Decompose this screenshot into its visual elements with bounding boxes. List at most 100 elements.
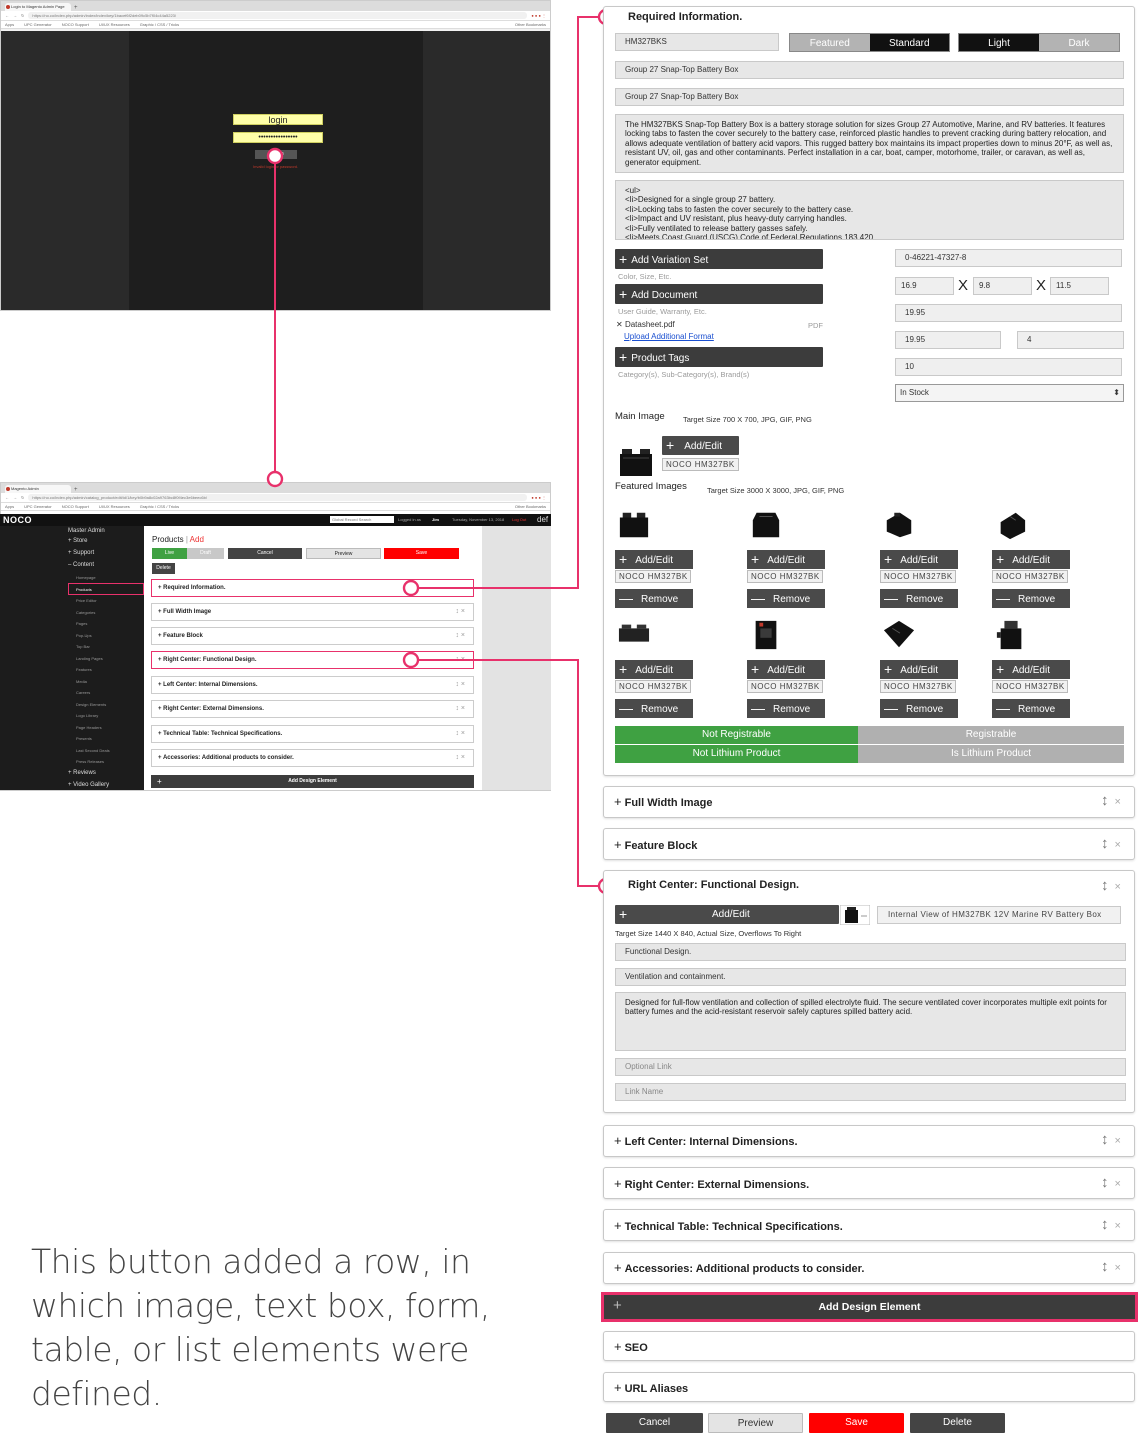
featured-remove-button[interactable]: — Remove: [747, 699, 825, 718]
featured-remove-button[interactable]: — Remove: [747, 589, 825, 608]
registrable-toggle[interactable]: Registrable: [858, 726, 1124, 744]
featured-add-edit-button[interactable]: + Add/Edit: [747, 550, 825, 569]
reorder-icon[interactable]: ↕: [1101, 1174, 1109, 1191]
short-name-input[interactable]: Group 27 Snap-Top Battery Box: [615, 88, 1124, 106]
featured-image-8[interactable]: [992, 619, 1030, 651]
featured-image-1[interactable]: [615, 509, 653, 541]
dim-width-input[interactable]: 9.8: [973, 277, 1032, 295]
close-icon[interactable]: ×: [1115, 1220, 1121, 1232]
standard-option[interactable]: Standard: [869, 34, 949, 51]
sku-input[interactable]: HM327BKS: [615, 33, 779, 51]
featured-add-edit-button[interactable]: + Add/Edit: [615, 660, 693, 679]
product-tags-button[interactable]: + Product Tags: [615, 347, 823, 367]
reorder-icon[interactable]: ↕: [1101, 1258, 1109, 1275]
functional-body-textarea[interactable]: Designed for full-flow ventilation and c…: [615, 992, 1126, 1051]
featured-image-tag[interactable]: NOCO HM327BK: [880, 570, 956, 583]
save-button[interactable]: Save: [809, 1413, 904, 1433]
featured-image-tag[interactable]: NOCO HM327BK: [747, 570, 823, 583]
functional-image-caption-input[interactable]: Internal View of HM327BK 12V Marine RV B…: [877, 906, 1121, 924]
not-lithium-toggle[interactable]: Not Lithium Product: [615, 745, 858, 763]
delete-button[interactable]: Delete: [910, 1413, 1005, 1433]
main-image-tag[interactable]: NOCO HM327BK: [662, 458, 739, 471]
close-icon[interactable]: ×: [1115, 839, 1121, 851]
cancel-button[interactable]: Cancel: [606, 1413, 703, 1433]
dark-option[interactable]: Dark: [1039, 34, 1119, 51]
featured-image-tag[interactable]: NOCO HM327BK: [747, 680, 823, 693]
reorder-icon[interactable]: ↕: [1101, 1131, 1109, 1148]
dim-height-input[interactable]: 11.5: [1050, 277, 1109, 295]
left-center-title[interactable]: + Left Center: Internal Dimensions.: [614, 1133, 798, 1148]
light-dark-toggle[interactable]: Light Dark: [958, 33, 1120, 52]
reorder-icon[interactable]: ↕: [1101, 1216, 1109, 1233]
product-name-input[interactable]: Group 27 Snap-Top Battery Box: [615, 61, 1124, 79]
qty-input[interactable]: 4: [1017, 331, 1124, 349]
reorder-icon[interactable]: ↕: [1101, 877, 1109, 894]
close-icon[interactable]: ×: [1115, 881, 1121, 893]
featured-add-edit-button[interactable]: + Add/Edit: [880, 550, 958, 569]
stock-qty-input[interactable]: 10: [895, 358, 1122, 376]
functional-add-edit-button[interactable]: + Add/Edit: [615, 905, 839, 924]
featured-remove-button[interactable]: — Remove: [992, 699, 1070, 718]
featured-image-tag[interactable]: NOCO HM327BK: [992, 680, 1068, 693]
required-info-title[interactable]: Required Information.: [628, 11, 742, 23]
featured-image-2[interactable]: [747, 509, 785, 541]
main-image-add-edit-button[interactable]: + Add/Edit: [662, 436, 739, 455]
featured-image-4[interactable]: [992, 509, 1030, 541]
featured-remove-button[interactable]: — Remove: [615, 589, 693, 608]
functional-subheading-input[interactable]: Ventilation and containment.: [615, 968, 1126, 986]
functional-design-title[interactable]: Right Center: Functional Design.: [628, 879, 799, 891]
featured-image-5[interactable]: [615, 619, 653, 651]
upc-input[interactable]: 0-46221-47327-8: [895, 249, 1122, 267]
featured-image-3[interactable]: [880, 509, 918, 541]
featured-add-edit-button[interactable]: + Add/Edit: [992, 660, 1070, 679]
functional-image-thumb[interactable]: [840, 905, 870, 925]
reorder-icon[interactable]: ↕: [1101, 792, 1109, 809]
close-icon[interactable]: ×: [1115, 1135, 1121, 1147]
featured-add-edit-button[interactable]: + Add/Edit: [615, 550, 693, 569]
featured-add-edit-button[interactable]: + Add/Edit: [880, 660, 958, 679]
optional-link-input[interactable]: Optional Link: [615, 1058, 1126, 1076]
is-lithium-toggle[interactable]: Is Lithium Product: [858, 745, 1124, 763]
featured-add-edit-button[interactable]: + Add/Edit: [747, 660, 825, 679]
price-input[interactable]: 19.95: [895, 331, 1001, 349]
upload-format-link[interactable]: Upload Additional Format: [624, 332, 714, 341]
close-icon[interactable]: ×: [1115, 1262, 1121, 1274]
featured-add-edit-button[interactable]: + Add/Edit: [992, 550, 1070, 569]
remove-doc-icon[interactable]: ✕: [616, 320, 623, 329]
featured-image-tag[interactable]: NOCO HM327BK: [992, 570, 1068, 583]
stock-status-select[interactable]: In Stock ⬍: [895, 384, 1124, 402]
add-design-element-button[interactable]: + Add Design Element: [601, 1292, 1138, 1322]
weight-input[interactable]: 19.95: [895, 304, 1122, 322]
dim-length-input[interactable]: 16.9: [895, 277, 954, 295]
add-document-button[interactable]: + Add Document: [615, 284, 823, 304]
reorder-icon[interactable]: ↕: [1101, 835, 1109, 852]
featured-remove-button[interactable]: — Remove: [880, 699, 958, 718]
featured-image-7[interactable]: [880, 619, 918, 651]
featured-image-tag[interactable]: NOCO HM327BK: [615, 680, 691, 693]
technical-table-title[interactable]: + Technical Table: Technical Specificatio…: [614, 1218, 843, 1233]
preview-button[interactable]: Preview: [708, 1413, 803, 1433]
featured-image-tag[interactable]: NOCO HM327BK: [880, 680, 956, 693]
feature-block-title[interactable]: + Feature Block: [614, 837, 697, 852]
battery-box-image[interactable]: [617, 446, 655, 478]
featured-standard-toggle[interactable]: Featured Standard: [789, 33, 950, 52]
featured-remove-button[interactable]: — Remove: [880, 589, 958, 608]
not-registrable-toggle[interactable]: Not Registrable: [615, 726, 858, 744]
close-icon[interactable]: ×: [1115, 1178, 1121, 1190]
description-textarea[interactable]: The HM327BKS Snap-Top Battery Box is a b…: [615, 114, 1124, 173]
seo-section[interactable]: [603, 1331, 1135, 1361]
featured-remove-button[interactable]: — Remove: [992, 589, 1070, 608]
seo-title[interactable]: + SEO: [614, 1339, 648, 1354]
add-variation-set-button[interactable]: + Add Variation Set: [615, 249, 823, 269]
url-aliases-title[interactable]: + URL Aliases: [614, 1380, 688, 1395]
featured-option[interactable]: Featured: [790, 34, 870, 51]
full-width-image-title[interactable]: + Full Width Image: [614, 794, 713, 809]
featured-remove-button[interactable]: — Remove: [615, 699, 693, 718]
document-name[interactable]: Datasheet.pdf: [625, 320, 675, 329]
accessories-title[interactable]: + Accessories: Additional products to con…: [614, 1260, 864, 1275]
featured-image-6[interactable]: [747, 619, 785, 651]
features-html-textarea[interactable]: <ul> <li>Designed for a single group 27 …: [615, 180, 1124, 240]
light-option[interactable]: Light: [959, 34, 1039, 51]
functional-heading-input[interactable]: Functional Design.: [615, 943, 1126, 961]
close-icon[interactable]: ×: [1115, 796, 1121, 808]
